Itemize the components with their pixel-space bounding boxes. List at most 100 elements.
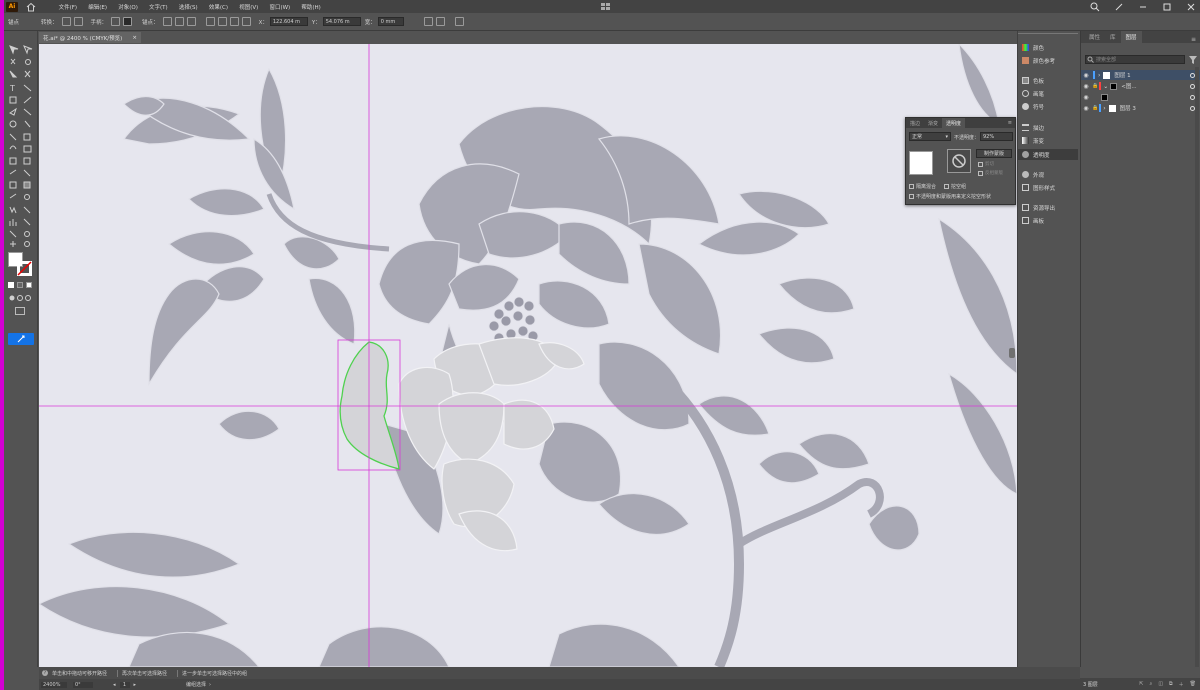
menu-effect[interactable]: 效果(C)	[203, 3, 233, 11]
delete-layer-icon[interactable]: 🗑	[1190, 681, 1196, 688]
knockout-group-option[interactable]: 挖空组	[944, 183, 966, 190]
clip-checkbox[interactable]	[978, 161, 983, 167]
dock-transparency[interactable]: 透明度	[1018, 149, 1078, 160]
opacity-field[interactable]: 92%	[980, 132, 1013, 141]
close-icon[interactable]	[1186, 2, 1196, 12]
layer-row[interactable]: ◉ › 图层 1	[1081, 70, 1200, 80]
status-menu-icon[interactable]: ›	[209, 682, 211, 688]
transform-icon[interactable]	[435, 17, 445, 26]
isolate-icon[interactable]	[423, 17, 433, 26]
lock-icon[interactable]: 🔒	[1092, 83, 1098, 89]
new-layer-icon[interactable]: ＋	[1179, 681, 1184, 688]
lock-icon[interactable]: 🔒	[1092, 105, 1098, 111]
opacity-mask-define-checkbox[interactable]	[909, 194, 914, 199]
color-mode-icon[interactable]	[8, 282, 14, 288]
w-field[interactable]: 0 mm	[377, 17, 404, 26]
visibility-eye-icon[interactable]: ◉	[1081, 83, 1091, 90]
dock-brushes[interactable]: 画笔	[1018, 88, 1078, 99]
rotation-field[interactable]: 0°	[73, 681, 93, 688]
y-field[interactable]: 54.076 m	[322, 17, 361, 26]
artboard-canvas[interactable]	[39, 44, 1017, 667]
zoom-field[interactable]: 2400%	[41, 681, 67, 688]
dock-asset-export[interactable]: 资源导出	[1018, 202, 1078, 213]
remove-anchor-icon[interactable]	[162, 17, 172, 26]
visibility-eye-icon[interactable]: ◉	[1081, 105, 1091, 112]
menu-help[interactable]: 帮助(H)	[296, 3, 327, 11]
workspace-switcher-icon[interactable]	[600, 2, 612, 11]
isolate-blending-option[interactable]: 隔离混合	[909, 183, 936, 190]
minimize-icon[interactable]	[1138, 2, 1148, 12]
tab-properties[interactable]: 属性	[1084, 31, 1105, 43]
x-field[interactable]: 122.604 m	[269, 17, 308, 26]
none-mode-icon[interactable]	[26, 282, 32, 288]
expand-arrow-icon[interactable]: ⌄	[1103, 83, 1108, 90]
connect-path-icon[interactable]	[186, 17, 196, 26]
dock-swatches[interactable]: 色板	[1018, 75, 1078, 86]
make-mask-button[interactable]: 制作蒙版	[976, 149, 1012, 158]
menu-edit[interactable]: 编辑(E)	[83, 3, 113, 11]
clip-option[interactable]: 剪切	[978, 161, 994, 167]
dock-graphic-styles[interactable]: 图形样式	[1018, 182, 1078, 193]
cut-path-icon[interactable]	[174, 17, 184, 26]
invert-mask-checkbox[interactable]	[978, 170, 983, 176]
invert-mask-option[interactable]: 反相蒙版	[978, 170, 1003, 176]
vertical-scrollbar-thumb[interactable]	[1009, 348, 1015, 358]
expand-arrow-icon[interactable]: ›	[1103, 105, 1105, 112]
dock-appearance[interactable]: 外观	[1018, 169, 1078, 180]
align-right-icon[interactable]	[229, 17, 239, 26]
dock-artboards[interactable]: 画板	[1018, 215, 1078, 226]
convert-corner-icon[interactable]	[61, 17, 71, 26]
convert-smooth-icon[interactable]	[73, 17, 83, 26]
pen-feature-icon[interactable]	[1114, 2, 1124, 12]
menu-file[interactable]: 文件(F)	[53, 3, 83, 11]
maximize-icon[interactable]	[1162, 2, 1172, 12]
prev-artboard-icon[interactable]: ◂	[113, 682, 116, 688]
clipping-mask-icon[interactable]: ◫	[1158, 681, 1163, 688]
align-top-icon[interactable]	[241, 17, 251, 26]
menu-view[interactable]: 视图(V)	[234, 3, 264, 11]
visibility-eye-icon[interactable]: ◉	[1081, 94, 1091, 101]
screen-mode-icon[interactable]	[15, 307, 25, 315]
edit-toolbar-button[interactable]	[8, 333, 34, 345]
tab-stroke[interactable]: 描边	[906, 118, 924, 128]
artboard-number-field[interactable]: 1	[119, 681, 130, 688]
mask-thumbnail[interactable]	[947, 149, 971, 173]
locate-object-icon[interactable]: ⌕	[1150, 681, 1153, 688]
gradient-mode-icon[interactable]	[17, 282, 23, 288]
blend-mode-select[interactable]: 正常 ▾	[909, 132, 951, 141]
tab-close-icon[interactable]: ×	[132, 35, 137, 41]
menu-window[interactable]: 窗口(W)	[264, 3, 296, 11]
dock-symbols[interactable]: 符号	[1018, 101, 1078, 112]
tab-layers[interactable]: 图层	[1120, 31, 1142, 43]
new-sublayer-icon[interactable]: ⧉	[1169, 681, 1173, 688]
more-options-icon[interactable]	[454, 17, 464, 26]
tab-gradient[interactable]: 渐变	[924, 118, 942, 128]
layers-scrollbar[interactable]	[1195, 67, 1199, 667]
draw-modes-icon[interactable]	[8, 294, 32, 302]
menu-select[interactable]: 选择(S)	[173, 3, 203, 11]
dock-gradient[interactable]: 渐变	[1018, 135, 1078, 146]
menu-type[interactable]: 文字(T)	[143, 3, 173, 11]
filter-icon[interactable]	[1189, 56, 1197, 64]
layer-search-input[interactable]: 搜索全部	[1085, 55, 1185, 64]
layer-row[interactable]: ◉	[1081, 92, 1200, 102]
panel-menu-icon[interactable]: ≡	[1008, 120, 1015, 126]
dock-color[interactable]: 颜色	[1018, 42, 1078, 53]
expand-arrow-icon[interactable]: ›	[1098, 72, 1100, 79]
export-icon[interactable]: ⇱	[1139, 681, 1143, 688]
home-icon[interactable]	[26, 2, 36, 12]
handle-show-icon[interactable]	[111, 17, 121, 26]
next-artboard-icon[interactable]: ▸	[134, 682, 137, 688]
layer-row[interactable]: ◉ 🔒 ⌄ <图...	[1081, 81, 1200, 91]
panel-menu-icon[interactable]: ≡	[1191, 36, 1200, 43]
handle-hide-icon[interactable]	[123, 17, 133, 26]
menu-object[interactable]: 对象(O)	[113, 3, 144, 11]
tab-transparency[interactable]: 透明度	[942, 118, 966, 128]
dock-stroke[interactable]: 描边	[1018, 122, 1078, 133]
align-icon[interactable]	[205, 17, 215, 26]
layer-row[interactable]: ◉ 🔒 › 图层 3	[1081, 103, 1200, 113]
knockout-group-checkbox[interactable]	[944, 184, 949, 189]
opacity-mask-define-option[interactable]: 不透明度和蒙版用来定义挖空形状	[909, 193, 991, 200]
tab-libraries[interactable]: 库	[1105, 31, 1121, 43]
isolate-blending-checkbox[interactable]	[909, 184, 914, 189]
